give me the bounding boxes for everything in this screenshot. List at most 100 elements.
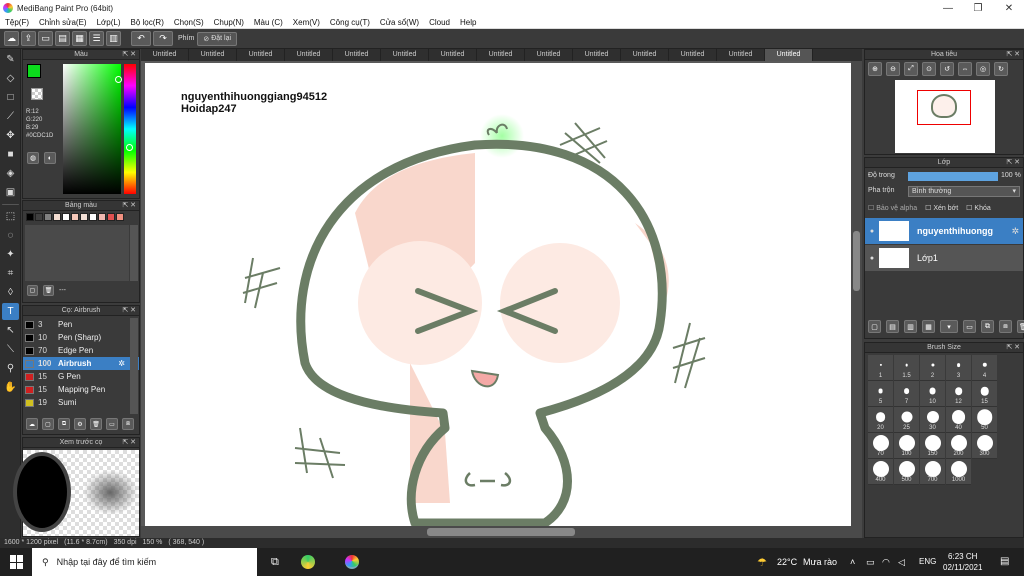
lasso-tool-icon[interactable]: ◌ — [2, 227, 19, 244]
new-palette-icon[interactable]: ▢ — [27, 285, 38, 296]
clock[interactable]: 6:23 CH 02/11/2021 — [943, 551, 982, 573]
brush-tool-icon[interactable]: ✎ — [2, 51, 19, 68]
eraser-tool-icon[interactable]: ◇ — [2, 70, 19, 87]
brush-size-cell[interactable]: 1 — [868, 355, 893, 381]
fit-icon[interactable]: ⤢ — [904, 62, 918, 76]
vertical-scroll-thumb[interactable] — [853, 231, 860, 291]
reset-button[interactable]: ⊘ Đặt lại — [197, 31, 238, 46]
palette-swatch[interactable] — [80, 213, 88, 221]
pages-icon[interactable]: ▥ — [106, 31, 121, 46]
brush-size-cell[interactable]: 20 — [868, 407, 893, 433]
grid-icon[interactable]: ▦ — [72, 31, 87, 46]
brush-size-cell[interactable]: 4 — [972, 355, 997, 381]
rotate-right-icon[interactable]: ↻ — [994, 62, 1008, 76]
brush-size-cell[interactable]: 25 — [894, 407, 919, 433]
select-tool-icon[interactable]: ⬚ — [2, 208, 19, 225]
divide-tool-icon[interactable]: ⟍ — [2, 341, 19, 358]
delete-palette-icon[interactable]: 🗑 — [43, 285, 54, 296]
brush-size-cell[interactable]: 10 — [920, 381, 945, 407]
layer-row[interactable]: ● Lớp1 — [865, 245, 1023, 271]
hue-slider[interactable] — [124, 64, 136, 194]
navigator-thumbnail[interactable] — [895, 80, 995, 153]
palette-scrollbar[interactable] — [130, 225, 138, 281]
taskbar-search[interactable]: ⚲ Nhập tại đây để tìm kiếm — [32, 548, 257, 576]
brush-size-cell[interactable]: 700 — [920, 459, 945, 485]
weather-temp[interactable]: 22°C — [777, 557, 797, 567]
palette-swatch[interactable] — [89, 213, 97, 221]
brush-settings-icon[interactable]: ⚙ — [74, 418, 86, 430]
menu-tools[interactable]: Công cụ(T) — [325, 18, 375, 27]
hue-slider-handle[interactable] — [126, 144, 133, 151]
brush-window-icon[interactable]: ⧈ — [122, 418, 134, 430]
comment-icon[interactable]: ▤ — [55, 31, 70, 46]
gear-icon[interactable]: ✲ — [1011, 226, 1019, 237]
brush-size-cell[interactable]: 7 — [894, 381, 919, 407]
brush-size-cell[interactable]: 200 — [946, 433, 971, 459]
chat-icon[interactable]: ▭ — [38, 31, 53, 46]
eye-icon[interactable]: ● — [865, 228, 879, 235]
merge-layer-icon[interactable]: ⧈ — [999, 320, 1012, 333]
medibang-taskbar-icon[interactable] — [344, 555, 359, 569]
doc-tab[interactable]: Untitled — [525, 49, 573, 61]
brush-size-cell[interactable]: 30 — [920, 407, 945, 433]
dot-tool-icon[interactable]: ⟋ — [2, 108, 19, 125]
operation-tool-icon[interactable]: ↖ — [2, 322, 19, 339]
redo-icon[interactable]: ↷ — [153, 31, 173, 46]
foreground-color-swatch[interactable] — [27, 64, 41, 78]
palette-swatch[interactable] — [44, 213, 52, 221]
palette-swatch[interactable] — [62, 213, 70, 221]
canvas-area[interactable]: nguyenthihuonggiang94512 Hoidap247 — [141, 61, 862, 538]
palette-swatch[interactable] — [35, 213, 43, 221]
protect-alpha-checkbox[interactable]: ☐ Bảo vệ alpha — [868, 204, 917, 212]
brush-item[interactable]: 70 Edge Pen — [23, 344, 139, 357]
magic-wand-tool-icon[interactable]: ✦ — [2, 246, 19, 263]
copy-brush-icon[interactable]: ⧉ — [58, 418, 70, 430]
delete-layer-icon[interactable]: 🗑 — [1017, 320, 1024, 333]
zoom-in-icon[interactable]: ⊕ — [868, 62, 882, 76]
palette-swatch[interactable] — [71, 213, 79, 221]
brush-size-cell[interactable]: 150 — [920, 433, 945, 459]
canvas[interactable]: nguyenthihuonggiang94512 Hoidap247 — [145, 63, 851, 526]
flip-icon[interactable]: ⇔ — [958, 62, 972, 76]
actual-size-icon[interactable]: ⊙ — [922, 62, 936, 76]
doc-tab[interactable]: Untitled — [429, 49, 477, 61]
blend-mode-select[interactable]: Bình thường ▾ — [908, 186, 1020, 197]
palette-swatch[interactable] — [26, 213, 34, 221]
brush-folder-icon[interactable]: ▭ — [106, 418, 118, 430]
brush-item[interactable]: 15 Mapping Pen — [23, 383, 139, 396]
delete-brush-icon[interactable]: 🗑 — [90, 418, 102, 430]
close-button[interactable]: ✕ — [994, 0, 1024, 16]
language-indicator[interactable]: ENG — [919, 557, 936, 566]
move-tool-icon[interactable]: ✥ — [2, 127, 19, 144]
menu-file[interactable]: Tệp(F) — [0, 18, 34, 27]
gear-icon[interactable]: ✲ — [118, 359, 125, 368]
brush-size-cell[interactable]: 2 — [920, 355, 945, 381]
layer-menu-icon[interactable]: ▾ — [940, 320, 958, 333]
duplicate-layer-icon[interactable]: ⧉ — [981, 320, 994, 333]
menu-color[interactable]: Màu (C) — [249, 18, 288, 27]
taskbar-app-icon[interactable] — [300, 555, 315, 569]
menu-select[interactable]: Chọn(S) — [169, 18, 209, 27]
opacity-slider[interactable] — [908, 172, 998, 181]
bucket-tool-icon[interactable]: ◈ — [2, 165, 19, 182]
hand-tool-icon[interactable]: ✋ — [2, 379, 19, 396]
lock-checkbox[interactable]: ☐ Khóa — [966, 204, 991, 212]
brush-size-cell[interactable]: 5 — [868, 381, 893, 407]
brush-item[interactable]: 100 Airbrush ✲ — [23, 357, 139, 370]
doc-tab[interactable]: Untitled — [669, 49, 717, 61]
horizontal-scroll-thumb[interactable] — [427, 528, 575, 536]
notification-icon[interactable]: ▤ — [1000, 556, 1009, 567]
network-icon[interactable]: ▭ — [866, 557, 875, 568]
doc-tab[interactable]: Untitled — [381, 49, 429, 61]
doc-tab[interactable]: Untitled — [765, 49, 813, 61]
volume-icon[interactable]: ◁ — [898, 557, 905, 568]
menu-cloud[interactable]: Cloud — [424, 18, 455, 27]
brush-size-cell[interactable]: 1000 — [946, 459, 971, 485]
clipping-checkbox[interactable]: ☐ Xén bớt — [925, 204, 958, 212]
brush-item[interactable]: 19 Sumi — [23, 396, 139, 409]
brush-size-cell[interactable]: 100 — [894, 433, 919, 459]
windows-start-icon[interactable] — [10, 555, 24, 569]
new-brush-icon[interactable]: ▢ — [42, 418, 54, 430]
eye-icon[interactable]: ● — [865, 255, 879, 262]
new-1bit-layer-icon[interactable]: ▦ — [922, 320, 935, 333]
